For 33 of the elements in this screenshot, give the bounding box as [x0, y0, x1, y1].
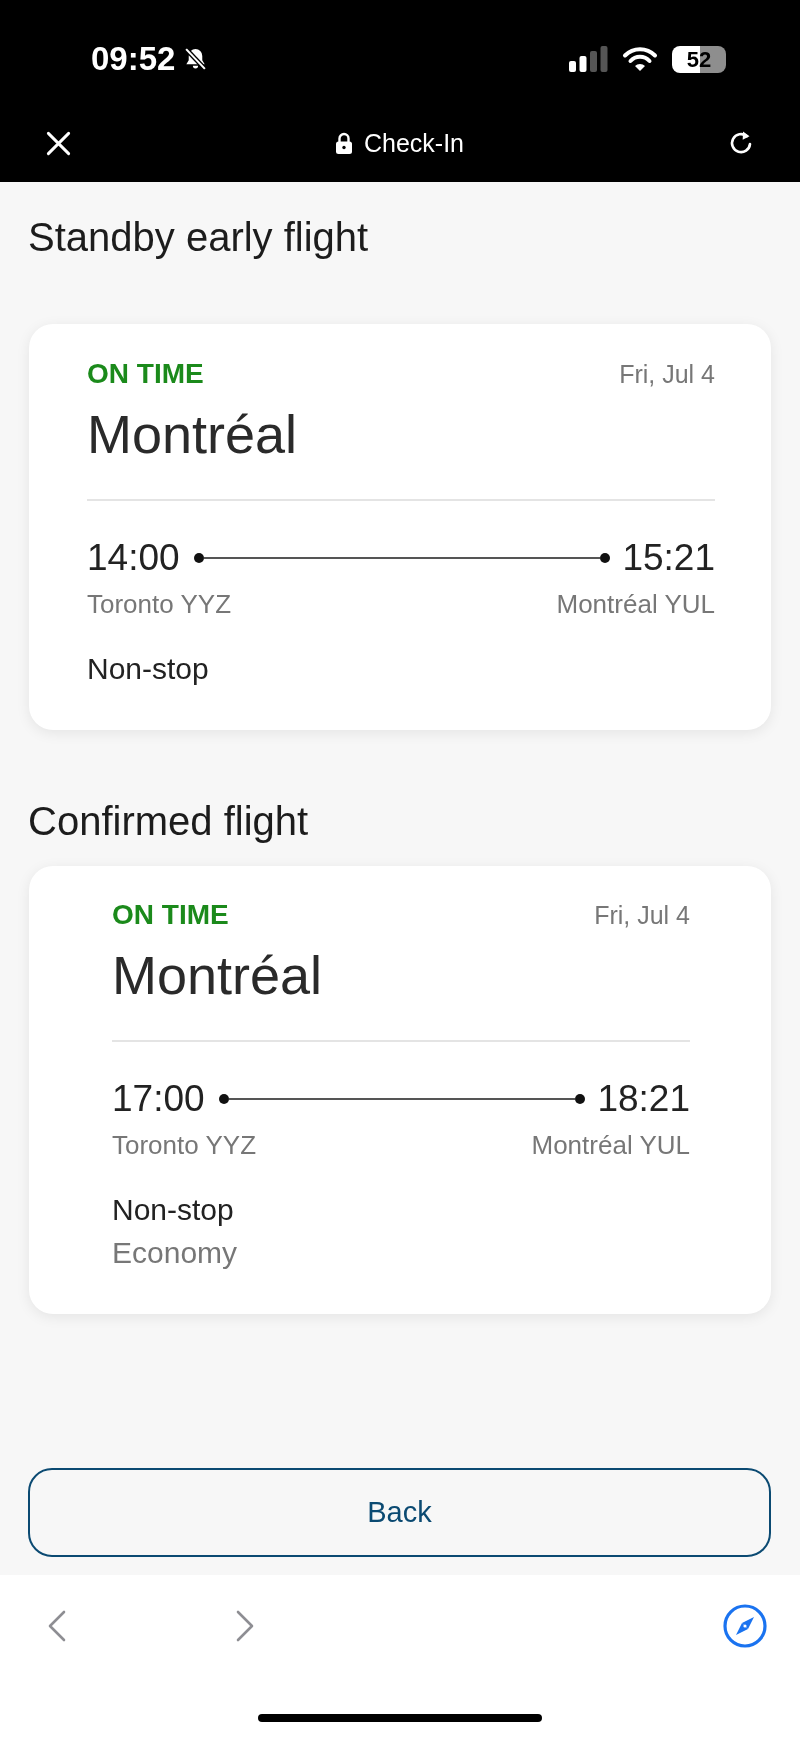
departure-time: 17:00 [112, 1077, 205, 1121]
flight-date: Fri, Jul 4 [594, 900, 690, 931]
back-button[interactable]: Back [28, 1468, 771, 1557]
route-dot-icon [575, 1094, 586, 1104]
page-title: Check-In [363, 128, 464, 158]
flight-status: ON TIME [87, 357, 204, 391]
stops-info: Non-stop [112, 1192, 235, 1228]
signal-icon [569, 46, 608, 72]
cabin-class: Economy [112, 1235, 239, 1271]
route-dot-icon [193, 553, 204, 563]
arrival-time: 18:21 [597, 1077, 690, 1121]
route-dot-icon [218, 1094, 229, 1104]
compass-icon[interactable] [723, 1604, 767, 1648]
origin-airport: Toronto YYZ [112, 1129, 257, 1161]
section-heading: Confirmed flight [28, 798, 310, 845]
destination-airport: Montréal YUL [556, 588, 715, 620]
flight-date: Fri, Jul 4 [619, 359, 715, 390]
wifi-icon [622, 46, 658, 72]
bell-slash-icon [183, 46, 209, 72]
close-icon[interactable] [45, 129, 72, 157]
arrival-time: 15:21 [622, 536, 715, 580]
destination-city: Montréal [112, 944, 324, 1007]
route-dot-icon [600, 553, 611, 563]
battery-indicator: 52 [672, 45, 726, 73]
lock-icon [334, 132, 353, 154]
departure-time: 14:00 [87, 536, 180, 580]
status-time: 09:52 [91, 40, 176, 78]
origin-airport: Toronto YYZ [87, 588, 232, 620]
destination-city: Montréal [87, 403, 299, 466]
section-heading: Standby early flight [28, 214, 370, 261]
destination-airport: Montréal YUL [531, 1129, 690, 1161]
stops-info: Non-stop [87, 651, 210, 687]
flight-status: ON TIME [112, 898, 229, 932]
